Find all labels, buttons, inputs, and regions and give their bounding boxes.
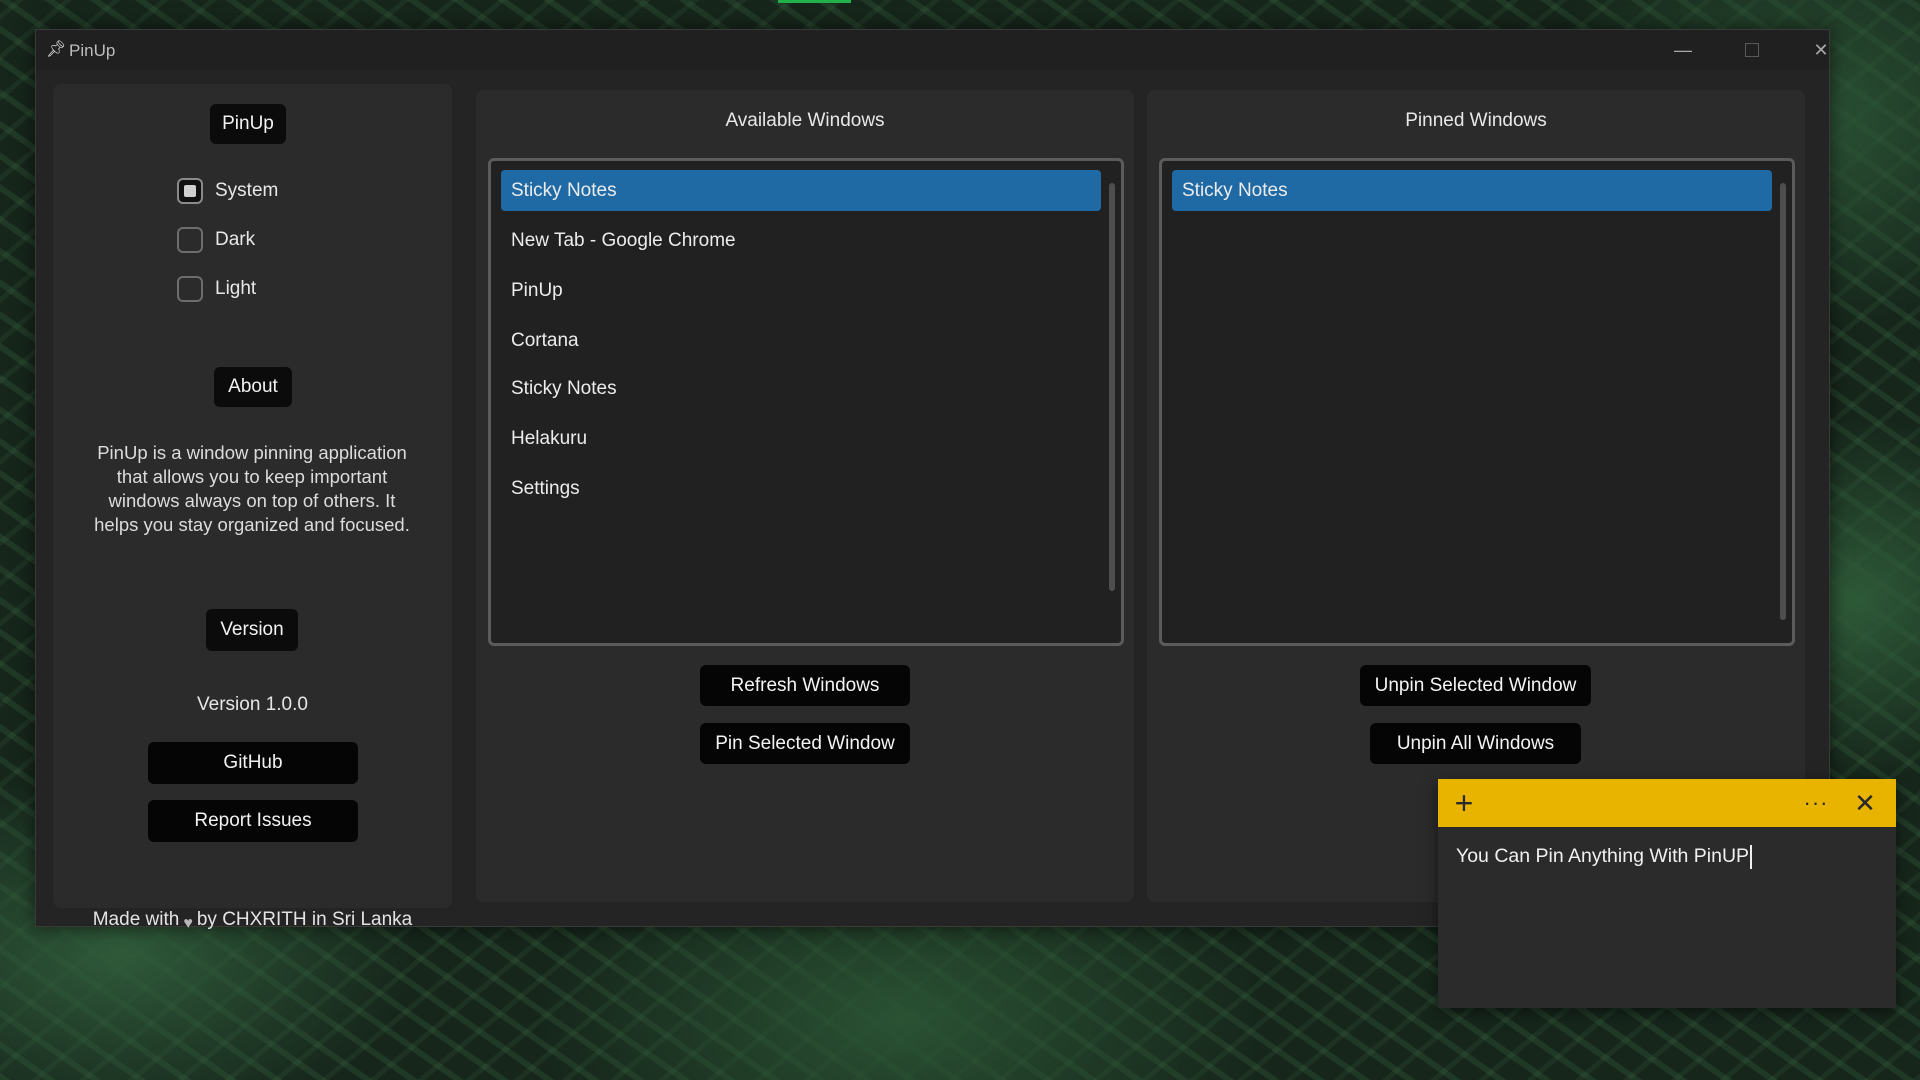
- minimize-button[interactable]: —: [1653, 30, 1713, 70]
- plus-icon: +: [1454, 784, 1474, 821]
- window-title: PinUp: [69, 41, 116, 60]
- list-item[interactable]: Settings: [501, 468, 1101, 509]
- unpin-all-windows-button[interactable]: Unpin All Windows: [1370, 723, 1581, 764]
- refresh-windows-button[interactable]: Refresh Windows: [700, 665, 910, 706]
- available-list-scrollbar[interactable]: [1109, 183, 1115, 591]
- report-issues-button[interactable]: Report Issues: [148, 800, 358, 842]
- more-icon: ···: [1803, 790, 1829, 815]
- minimize-icon: —: [1674, 39, 1692, 60]
- sticky-note-toolbar[interactable]: + ··· ✕: [1438, 779, 1896, 827]
- available-windows-list[interactable]: Sticky Notes New Tab - Google Chrome Pin…: [488, 158, 1124, 646]
- about-description: PinUp is a window pinning application th…: [94, 442, 410, 535]
- unpin-selected-window-button[interactable]: Unpin Selected Window: [1360, 665, 1591, 706]
- theme-option-label: Dark: [215, 229, 256, 250]
- pinned-windows-list[interactable]: Sticky Notes: [1159, 158, 1795, 646]
- taskbar-indicator: [778, 0, 851, 3]
- available-windows-title: Available Windows: [725, 110, 885, 131]
- version-badge: Version: [206, 609, 298, 651]
- about-badge: About: [214, 367, 292, 407]
- maximize-icon: [1745, 43, 1759, 57]
- pin-selected-window-button[interactable]: Pin Selected Window: [700, 723, 910, 764]
- title-bar[interactable]: 📌︎ PinUp — ✕: [36, 30, 1829, 70]
- add-note-button[interactable]: +: [1444, 779, 1484, 827]
- footer-suffix: by CHXRITH in Sri Lanka: [196, 909, 413, 930]
- theme-option-light[interactable]: Light: [177, 276, 256, 302]
- list-item[interactable]: Sticky Notes: [501, 170, 1101, 211]
- radio-unchecked-icon[interactable]: [177, 276, 203, 302]
- list-item[interactable]: Sticky Notes: [1172, 170, 1772, 211]
- radio-checked-icon[interactable]: [177, 178, 203, 204]
- theme-option-label: Light: [215, 278, 257, 299]
- version-text: Version 1.0.0: [197, 694, 308, 715]
- list-item[interactable]: PinUp: [501, 270, 1101, 311]
- sidebar: PinUp System Dark Light About PinUp is a…: [53, 84, 452, 932]
- close-icon: ✕: [1813, 39, 1829, 60]
- close-note-button[interactable]: ✕: [1843, 779, 1887, 827]
- more-options-button[interactable]: ···: [1796, 779, 1836, 827]
- theme-option-label: System: [215, 180, 279, 201]
- list-item[interactable]: Sticky Notes: [501, 368, 1101, 409]
- available-windows-panel: Available Windows Sticky Notes New Tab -…: [476, 90, 1134, 902]
- github-button[interactable]: GitHub: [148, 742, 358, 784]
- footer-prefix: Made with: [92, 909, 180, 930]
- theme-option-dark[interactable]: Dark: [177, 227, 255, 253]
- pin-app-icon: 📌︎: [46, 41, 67, 58]
- sticky-note-editor[interactable]: You Can Pin Anything With PinUP: [1456, 845, 1753, 869]
- pinned-windows-title: Pinned Windows: [1405, 110, 1547, 131]
- sticky-note-text: You Can Pin Anything With PinUP: [1456, 845, 1750, 868]
- list-item[interactable]: Cortana: [501, 320, 1101, 361]
- footer-credit: Made with ♥ by CHXRITH in Sri Lanka: [53, 909, 452, 932]
- sticky-note-window: + ··· ✕ You Can Pin Anything With PinUP: [1438, 779, 1896, 1008]
- list-item[interactable]: New Tab - Google Chrome: [501, 220, 1101, 261]
- pinned-list-scrollbar[interactable]: [1780, 183, 1786, 620]
- list-item[interactable]: Helakuru: [501, 418, 1101, 459]
- text-caret: [1750, 845, 1753, 869]
- theme-option-system[interactable]: System: [177, 178, 278, 204]
- maximize-button[interactable]: [1722, 30, 1782, 70]
- radio-unchecked-icon[interactable]: [177, 227, 203, 253]
- heart-icon: ♥: [183, 915, 193, 932]
- close-button[interactable]: ✕: [1791, 30, 1851, 70]
- close-icon: ✕: [1854, 787, 1876, 818]
- app-name-badge: PinUp: [210, 104, 286, 144]
